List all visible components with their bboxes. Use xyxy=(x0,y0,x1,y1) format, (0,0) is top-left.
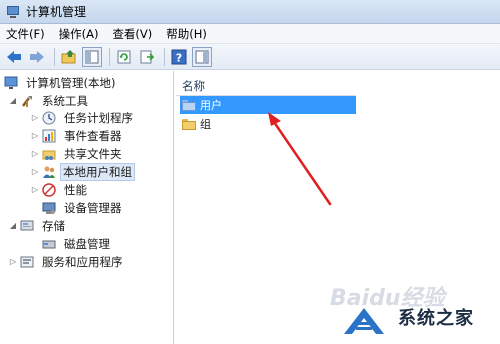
window-title: 计算机管理 xyxy=(26,5,87,19)
expand-arrow-icon[interactable]: ▷ xyxy=(30,131,40,140)
tree-item-event-viewer[interactable]: ▷ 事件查看器 xyxy=(30,127,126,144)
menu-bar: 文件(F) 操作(A) 查看(V) 帮助(H) xyxy=(0,24,500,44)
tree-label-storage: 存储 xyxy=(42,218,65,233)
expand-arrow-icon[interactable]: ▷ xyxy=(30,149,40,158)
help-button[interactable]: ? xyxy=(169,47,189,67)
up-level-button[interactable] xyxy=(59,47,79,67)
help-icon: ? xyxy=(171,49,187,64)
device-manager-icon xyxy=(42,201,56,215)
list-item-users[interactable]: 用户 xyxy=(180,96,356,114)
navigation-tree: 计算机管理(本地) ◢ 系统工具 ▷ 任务计划程序 ▷ 事件查看器 ▷ 共享文件… xyxy=(0,71,174,344)
tree-item-shared-folders[interactable]: ▷ 共享文件夹 xyxy=(30,145,126,162)
expand-arrow-icon[interactable]: ▷ xyxy=(30,113,40,122)
site-logo-icon xyxy=(344,308,384,334)
export-list-button[interactable] xyxy=(137,47,157,67)
tree-item-root[interactable]: 计算机管理(本地) xyxy=(4,74,119,91)
tree-item-storage[interactable]: ◢ 存储 xyxy=(8,217,69,234)
expand-arrow-icon[interactable]: ▷ xyxy=(8,257,18,266)
users-group-icon xyxy=(42,165,56,179)
watermark: Baidu经验 系统之家 xyxy=(330,280,500,344)
list-item-label: 用户 xyxy=(200,99,222,112)
menu-file[interactable]: 文件(F) xyxy=(6,26,45,42)
list-item-label: 组 xyxy=(200,118,211,131)
tree-label-shared-folders: 共享文件夹 xyxy=(64,146,122,161)
shared-folder-icon xyxy=(42,147,56,161)
folder-icon xyxy=(182,118,196,130)
menu-view[interactable]: 查看(V) xyxy=(112,26,152,42)
forward-button[interactable] xyxy=(27,47,47,67)
toolbar-separator xyxy=(164,47,165,66)
tree-label-services-apps: 服务和应用程序 xyxy=(42,254,123,269)
computer-management-icon xyxy=(6,5,20,19)
column-header-name[interactable]: 名称 xyxy=(176,76,356,96)
tree-item-performance[interactable]: ▷ 性能 xyxy=(30,181,91,198)
services-icon xyxy=(20,255,34,269)
show-hide-action-pane-button[interactable] xyxy=(192,46,212,67)
task-scheduler-icon xyxy=(42,111,56,125)
folder-icon xyxy=(182,99,196,111)
tree-item-services-apps[interactable]: ▷ 服务和应用程序 xyxy=(8,253,127,270)
export-icon xyxy=(140,50,155,63)
toolbar-separator xyxy=(54,47,55,66)
back-arrow-icon xyxy=(7,50,21,63)
event-viewer-icon xyxy=(42,129,56,143)
tree-item-task-scheduler[interactable]: ▷ 任务计划程序 xyxy=(30,109,137,126)
tree-label-system-tools: 系统工具 xyxy=(42,93,88,108)
show-hide-tree-icon xyxy=(85,50,99,63)
up-folder-icon xyxy=(61,49,76,63)
tree-label-root: 计算机管理(本地) xyxy=(26,75,116,90)
tree-label-event-viewer: 事件查看器 xyxy=(64,128,122,143)
tree-label-device-manager: 设备管理器 xyxy=(64,200,122,215)
show-hide-tree-button[interactable] xyxy=(82,46,102,67)
tree-item-system-tools[interactable]: ◢ 系统工具 xyxy=(8,92,92,109)
storage-icon xyxy=(20,219,34,233)
disk-management-icon xyxy=(42,237,56,251)
back-button[interactable] xyxy=(4,47,24,67)
tools-icon xyxy=(20,94,34,108)
expand-arrow-icon[interactable]: ▷ xyxy=(30,167,40,176)
tree-item-local-users-groups[interactable]: ▷ 本地用户和组 xyxy=(30,162,135,181)
performance-icon xyxy=(42,182,56,197)
svg-text:?: ? xyxy=(176,51,182,64)
refresh-icon xyxy=(117,50,131,63)
tree-label-local-users-groups: 本地用户和组 xyxy=(60,162,135,181)
collapse-arrow-icon[interactable]: ◢ xyxy=(8,221,18,230)
expand-arrow-icon[interactable]: ▷ xyxy=(30,185,40,194)
column-header-label: 名称 xyxy=(182,78,205,93)
collapse-arrow-icon[interactable]: ◢ xyxy=(8,96,18,105)
forward-arrow-icon xyxy=(30,50,44,63)
list-item-groups[interactable]: 组 xyxy=(180,115,356,133)
menu-action[interactable]: 操作(A) xyxy=(59,26,99,42)
tree-item-device-manager[interactable]: 设备管理器 xyxy=(42,199,126,216)
watermark-site-text: 系统之家 xyxy=(398,308,474,329)
tree-label-disk-management: 磁盘管理 xyxy=(64,236,110,251)
menu-help[interactable]: 帮助(H) xyxy=(166,26,207,42)
toolbar: ? xyxy=(0,44,500,70)
show-hide-action-pane-icon xyxy=(195,50,209,63)
toolbar-separator xyxy=(109,47,110,66)
tree-item-disk-management[interactable]: 磁盘管理 xyxy=(42,235,114,252)
refresh-button[interactable] xyxy=(114,47,134,67)
tree-label-performance: 性能 xyxy=(64,182,87,197)
computer-management-icon xyxy=(4,76,18,90)
title-bar: 计算机管理 xyxy=(0,0,500,24)
tree-label-task-scheduler: 任务计划程序 xyxy=(64,110,133,125)
